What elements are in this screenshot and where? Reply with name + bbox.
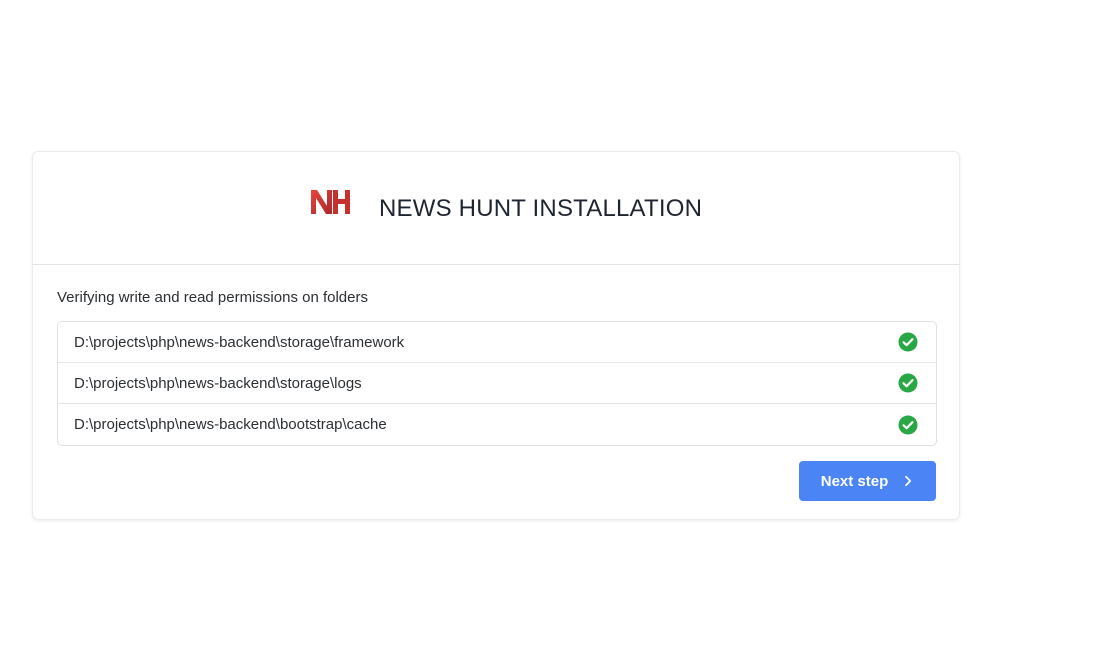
- folder-path: D:\projects\php\news-backend\bootstrap\c…: [74, 416, 387, 433]
- card-header: NEWS HUNT INSTALLATION: [33, 152, 959, 265]
- page-title: NEWS HUNT INSTALLATION: [379, 195, 703, 222]
- list-item: D:\projects\php\news-backend\storage\fra…: [58, 322, 936, 363]
- installation-card: NEWS HUNT INSTALLATION Verifying write a…: [32, 151, 960, 520]
- check-circle-icon: [898, 373, 918, 393]
- folder-path: D:\projects\php\news-backend\storage\log…: [74, 374, 362, 392]
- chevron-right-icon: [905, 475, 912, 487]
- check-circle-icon: [898, 415, 918, 434]
- check-circle-icon: [898, 332, 918, 352]
- next-step-button[interactable]: Next step: [799, 461, 936, 501]
- next-step-label: Next step: [820, 472, 889, 490]
- news-hunt-logo: [311, 190, 350, 214]
- folder-path: D:\projects\php\news-backend\storage\fra…: [74, 333, 405, 351]
- list-item: D:\projects\php\news-backend\storage\log…: [58, 363, 936, 404]
- list-item: D:\projects\php\news-backend\bootstrap\c…: [58, 404, 936, 445]
- folder-list: D:\projects\php\news-backend\storage\fra…: [57, 321, 937, 446]
- permissions-intro: Verifying write and read permissions on …: [57, 289, 368, 306]
